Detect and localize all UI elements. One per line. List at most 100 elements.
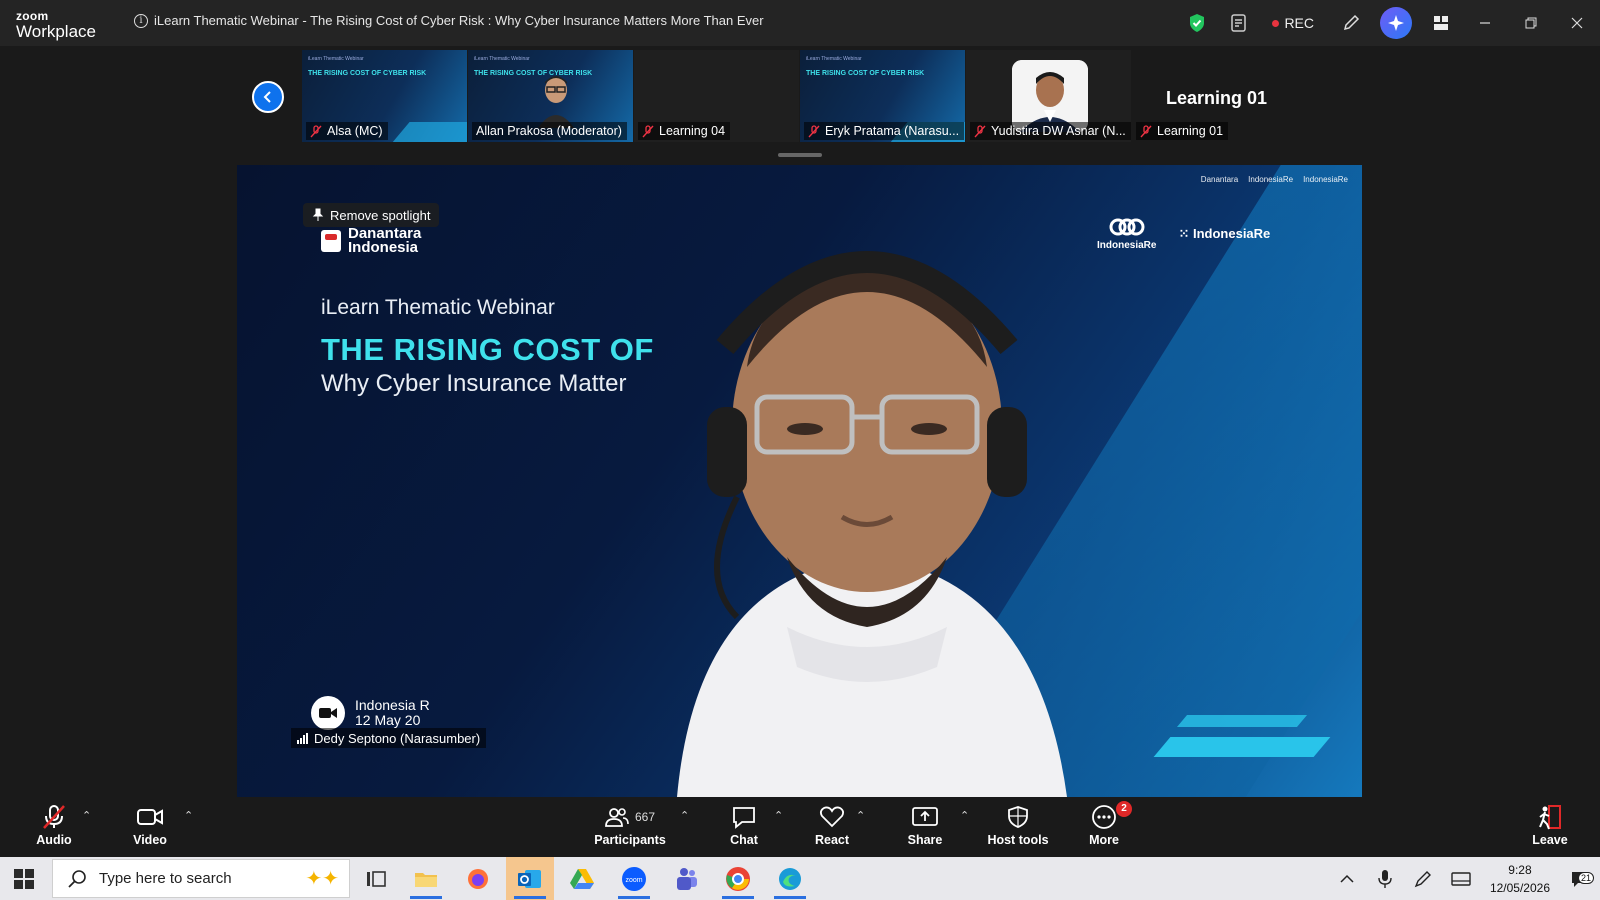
google-drive-icon[interactable] — [558, 857, 606, 900]
notes-icon[interactable] — [1227, 11, 1251, 35]
participant-tile[interactable]: iLearn Thematic Webinar THE RISING COST … — [468, 50, 633, 142]
react-options-chevron-icon[interactable]: ⌃ — [856, 809, 865, 822]
chrome-icon[interactable] — [714, 857, 762, 900]
chat-options-chevron-icon[interactable]: ⌃ — [774, 809, 783, 822]
slide-subtitle: Why Cyber Insurance Matter — [321, 370, 627, 397]
meeting-controls: Audio ⌃ Video ⌃ 667 Participants ⌃ Chat … — [0, 797, 1600, 857]
taskbar-clock[interactable]: 9:28 12/05/2026 — [1490, 861, 1550, 897]
notification-center-icon[interactable]: 21 — [1560, 870, 1600, 888]
moderator-avatar — [538, 76, 574, 128]
heart-icon — [819, 803, 845, 831]
slide-corner-logos: Danantara IndonesiaRe IndonesiaRe — [1200, 175, 1348, 184]
restore-button[interactable] — [1508, 0, 1554, 46]
file-explorer-icon[interactable] — [402, 857, 450, 900]
more-dots-icon — [1091, 803, 1117, 831]
system-tray: 9:28 12/05/2026 21 — [1328, 857, 1600, 900]
annotate-pen-icon[interactable] — [1339, 11, 1363, 35]
share-options-chevron-icon[interactable]: ⌃ — [960, 809, 969, 822]
pin-icon — [312, 208, 324, 221]
video-camera-icon — [136, 803, 164, 831]
shield-check-icon[interactable] — [1185, 11, 1209, 35]
tile-label: Eryk Pratama (Narasu... — [804, 122, 965, 140]
participant-count: 667 — [634, 810, 656, 824]
slide-footer: Indonesia R 12 May 20 — [311, 696, 430, 730]
slide-headline: THE RISING COST OF — [321, 332, 654, 367]
tile-label: Yudistira DW Asnar (N... — [970, 122, 1131, 140]
rec-dot-icon — [1272, 19, 1280, 27]
leave-door-icon — [1537, 803, 1563, 831]
share-screen-icon — [911, 803, 939, 831]
outlook-icon[interactable] — [506, 857, 554, 900]
zoom-app-icon[interactable]: zoom — [610, 857, 658, 900]
mic-muted-icon — [1140, 124, 1152, 137]
pen-icon[interactable] — [1404, 870, 1442, 888]
participants-icon — [605, 808, 629, 827]
rec-label: REC — [1284, 15, 1314, 31]
video-options-chevron-icon[interactable]: ⌃ — [184, 809, 193, 822]
chevron-left-icon — [263, 91, 271, 103]
tile-label: Learning 04 — [638, 122, 731, 140]
spotlight-video[interactable]: Danantara IndonesiaRe IndonesiaRe Danantar… — [237, 165, 1362, 797]
tile-label: Learning 01 — [1136, 122, 1229, 140]
mic-muted-icon — [41, 803, 67, 831]
firefox-icon[interactable] — [454, 857, 502, 900]
participant-tile[interactable]: Learning 04 — [634, 50, 799, 142]
shield-icon — [1007, 803, 1029, 831]
search-placeholder: Type here to search — [99, 870, 232, 887]
apps-grid-icon[interactable] — [1429, 11, 1453, 35]
edge-icon[interactable] — [766, 857, 814, 900]
task-view-icon[interactable] — [352, 857, 400, 900]
info-icon[interactable]: i — [134, 13, 148, 28]
recording-indicator[interactable]: REC — [1272, 15, 1314, 31]
chat-bubble-icon — [731, 803, 757, 831]
sparkle-icon: ✦✦ — [305, 868, 339, 890]
participant-tile[interactable]: iLearn Thematic Webinar THE RISING COST … — [302, 50, 467, 142]
windows-taskbar: Type here to search ✦✦ zoom 9:28 12/05/2… — [0, 857, 1600, 900]
participants-options-chevron-icon[interactable]: ⌃ — [680, 809, 689, 822]
participant-tile[interactable]: iLearn Thematic Webinar THE RISING COST … — [800, 50, 965, 142]
ai-companion-button[interactable] — [1380, 7, 1412, 39]
video-button[interactable]: Video — [110, 803, 190, 847]
leave-button[interactable]: Leave — [1510, 803, 1590, 847]
chat-button[interactable]: Chat — [704, 803, 784, 847]
close-button[interactable] — [1554, 0, 1600, 46]
svg-text:zoom: zoom — [625, 877, 642, 884]
active-speaker-label: Dedy Septono (Narasumber) — [291, 728, 487, 748]
taskbar-search-input[interactable]: Type here to search ✦✦ — [52, 859, 350, 898]
minimize-button[interactable] — [1462, 0, 1508, 46]
host-tools-button[interactable]: Host tools — [978, 803, 1058, 847]
participant-name-large: Learning 01 — [1166, 88, 1268, 108]
meeting-title-text: iLearn Thematic Webinar - The Rising Cos… — [154, 13, 764, 28]
notification-count: 21 — [1577, 871, 1594, 884]
windows-start-icon[interactable] — [14, 869, 34, 889]
brand-large: Workplace — [16, 22, 96, 41]
indonesiare-logos: IndonesiaRe ⁙ IndonesiaRe — [1097, 217, 1270, 251]
mic-muted-icon — [808, 124, 820, 137]
camera-logo-icon — [311, 696, 345, 730]
participants-button[interactable]: 667 Participants — [590, 803, 670, 847]
sparkle-icon — [1388, 15, 1404, 31]
remove-spotlight-button[interactable]: Remove spotlight — [303, 203, 440, 227]
mic-muted-icon — [642, 124, 654, 137]
gallery-resize-handle[interactable] — [778, 153, 822, 157]
gallery-prev-button[interactable] — [252, 81, 284, 113]
tile-label: Alsa (MC) — [306, 122, 388, 140]
mic-muted-icon — [310, 124, 322, 137]
presenter-video — [677, 251, 1067, 797]
share-button[interactable]: Share — [885, 803, 965, 847]
gallery-strip: iLearn Thematic Webinar THE RISING COST … — [0, 46, 1600, 157]
audio-options-chevron-icon[interactable]: ⌃ — [82, 809, 91, 822]
chevron-up-icon[interactable] — [1328, 874, 1366, 884]
brand-small: zoom — [16, 9, 49, 23]
touch-keyboard-icon[interactable] — [1442, 871, 1480, 887]
danantara-logo: Danantara Indonesia — [321, 226, 421, 255]
meeting-title: i iLearn Thematic Webinar - The Rising C… — [134, 13, 764, 28]
titlebar-right: REC — [1176, 0, 1600, 46]
microphone-icon[interactable] — [1366, 869, 1404, 889]
tile-label: Allan Prakosa (Moderator) — [472, 122, 627, 140]
teams-icon[interactable] — [662, 857, 710, 900]
search-icon — [68, 869, 86, 888]
participant-tile[interactable]: Yudistira DW Asnar (N... — [966, 50, 1131, 142]
more-button[interactable]: 2 More — [1064, 801, 1144, 847]
zoom-workplace-logo: zoom Workplace — [16, 10, 96, 40]
